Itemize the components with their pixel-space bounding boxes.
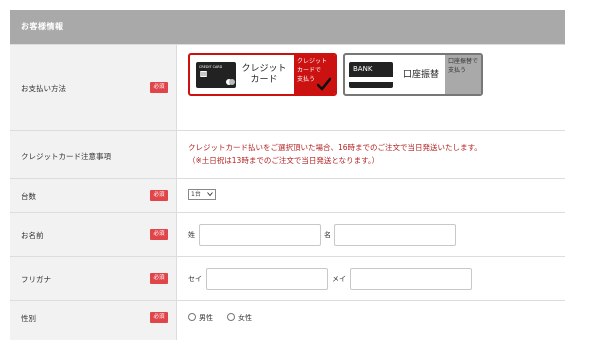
gender-row: 性別 必須 男性 女性	[10, 300, 565, 340]
required-badge: 必須	[150, 312, 168, 323]
first-name-kana-label: メイ	[332, 275, 346, 283]
required-badge: 必須	[150, 273, 168, 284]
credit-notice-label: クレジットカード注意事項	[21, 152, 111, 161]
quantity-selected-value: 1台	[191, 191, 201, 198]
credit-notice-row: クレジットカード注意事項 クレジットカード払いをご選択頂いた場合、16時までのご…	[10, 130, 565, 179]
first-name-kana-input[interactable]	[350, 268, 472, 290]
radio-button-icon	[188, 313, 196, 321]
gender-value: 男性 女性	[177, 301, 565, 340]
last-name-kana-label: セイ	[188, 275, 202, 283]
last-name-kana-input[interactable]	[206, 268, 328, 290]
last-name-input[interactable]	[199, 224, 321, 246]
bank-transfer-side-text: 口座振替で 支払う	[445, 55, 481, 94]
bank-side-line1: 口座振替で	[448, 58, 479, 65]
credit-card-option[interactable]: CREDIT CARD クレジット カード クレジット カードで 支払う	[188, 53, 337, 96]
credit-side-line2: カードで	[297, 67, 322, 74]
bank-card-icon: BANK	[349, 62, 393, 88]
credit-card-icon: CREDIT CARD	[196, 62, 236, 88]
furigana-label-cell: フリガナ 必須	[10, 257, 177, 301]
quantity-label-cell: 台数 必須	[10, 179, 177, 213]
furigana-value: セイ メイ	[177, 257, 565, 301]
quantity-label: 台数	[21, 192, 36, 201]
bank-transfer-label: 口座振替	[402, 70, 439, 80]
last-name-label: 姓	[188, 231, 195, 239]
name-label: お名前	[21, 231, 44, 240]
gender-label-cell: 性別 必須	[10, 301, 177, 340]
credit-card-label-line1: クレジット	[241, 64, 287, 74]
credit-notice-line2: （※土日祝は13時までのご注文で当日発送となります。）	[188, 156, 380, 165]
credit-notice-line1: クレジットカード払いをご選択頂いた場合、16時までのご注文で当日発送いたします。	[188, 143, 482, 152]
customer-info-form: お客様情報 お支払い方法 必須 CREDIT CARD クレジット カード クレ…	[10, 10, 565, 340]
bank-side-line2: 支払う	[448, 67, 467, 74]
credit-card-side-text: クレジット カードで 支払う	[294, 55, 335, 94]
checkmark-icon	[317, 77, 331, 91]
credit-card-icon-text: CREDIT CARD	[199, 65, 223, 69]
required-badge: 必須	[150, 190, 168, 201]
credit-card-label: クレジット カード	[238, 64, 290, 86]
name-row: お名前 必須 姓 名	[10, 212, 565, 257]
gender-male-label: 男性	[199, 314, 213, 322]
bank-card-icon-text: BANK	[353, 65, 373, 73]
credit-side-line1: クレジット	[297, 58, 328, 65]
name-label-cell: お名前 必須	[10, 213, 177, 257]
required-badge: 必須	[150, 82, 168, 93]
first-name-input[interactable]	[334, 224, 456, 246]
first-name-label: 名	[324, 231, 331, 239]
radio-button-icon	[227, 313, 235, 321]
credit-notice-label-cell: クレジットカード注意事項	[10, 131, 177, 179]
credit-card-label-line2: カード	[250, 75, 278, 85]
bank-transfer-option[interactable]: BANK 口座振替 口座振替で 支払う	[343, 53, 483, 96]
payment-method-label-cell: お支払い方法 必須	[10, 45, 177, 131]
gender-female-label: 女性	[238, 314, 252, 322]
name-value: 姓 名	[177, 213, 565, 257]
furigana-label: フリガナ	[21, 275, 51, 284]
chevron-down-icon	[207, 192, 213, 197]
credit-notice-value: クレジットカード払いをご選択頂いた場合、16時までのご注文で当日発送いたします。…	[177, 131, 565, 179]
furigana-row: フリガナ 必須 セイ メイ	[10, 256, 565, 301]
quantity-row: 台数 必須 1台	[10, 178, 565, 213]
payment-method-options: CREDIT CARD クレジット カード クレジット カードで 支払う BAN…	[177, 45, 565, 131]
section-header: お客様情報	[10, 10, 565, 44]
quantity-select[interactable]: 1台	[188, 189, 216, 200]
gender-label: 性別	[21, 314, 36, 323]
gender-male-radio[interactable]: 男性	[188, 313, 213, 323]
gender-female-radio[interactable]: 女性	[227, 313, 252, 323]
required-badge: 必須	[150, 229, 168, 240]
payment-method-row: お支払い方法 必須 CREDIT CARD クレジット カード クレジット カー…	[10, 44, 565, 131]
quantity-value: 1台	[177, 179, 565, 213]
payment-method-label: お支払い方法	[21, 84, 66, 93]
